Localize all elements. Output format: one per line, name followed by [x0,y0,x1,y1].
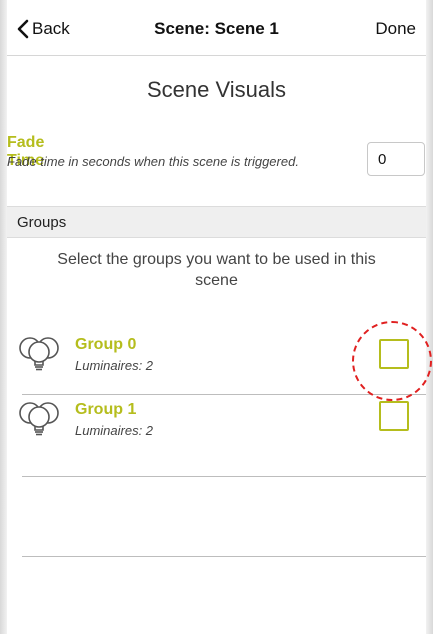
device-frame-right [426,0,433,634]
group-luminaire-count: Luminaires: 2 [75,423,154,438]
fade-time-input[interactable] [367,142,425,176]
row-divider [22,476,426,477]
groups-header-label: Groups [17,214,67,231]
section-title: Scene Visuals [146,77,286,102]
bulbs-icon [19,402,59,436]
groups-instruction: Select the groups you want to be used in… [57,251,376,289]
group-row-1[interactable]: Group 1 Luminaires: 2 [7,395,426,459]
group-1-checkbox[interactable] [379,401,409,431]
group-name: Group 1 [75,401,137,418]
groups-section-header: Groups [7,206,426,238]
device-frame-left [0,0,7,634]
row-divider [22,556,426,557]
done-button[interactable]: Done [375,19,416,39]
group-name: Group 0 [75,336,137,353]
navigation-bar: Back Scene: Scene 1 Done [7,0,426,56]
group-0-checkbox[interactable] [379,339,409,369]
page-title: Scene: Scene 1 [154,19,279,38]
group-luminaire-count: Luminaires: 2 [75,358,154,373]
fade-time-description: Fade time in seconds when this scene is … [7,154,299,169]
bulbs-icon [19,337,59,371]
group-row-0[interactable]: Group 0 Luminaires: 2 [7,330,426,394]
